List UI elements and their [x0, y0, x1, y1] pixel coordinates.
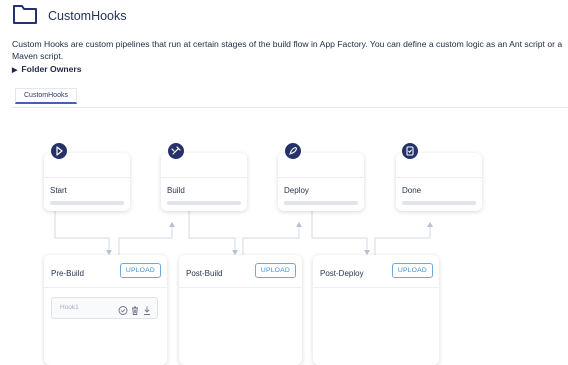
stage-card-build: Build — [161, 153, 247, 211]
trash-icon[interactable] — [130, 303, 140, 315]
stage-label: Build — [167, 186, 185, 195]
stage-progress-bar — [50, 201, 124, 205]
stage-progress-bar — [167, 201, 241, 205]
upload-button[interactable]: UPLOAD — [119, 263, 161, 278]
phase-card-pre-build: Pre-Build UPLOAD Hook1 — [44, 255, 167, 365]
stage-label: Done — [402, 186, 422, 195]
download-icon[interactable] — [142, 303, 152, 315]
stage-progress-bar — [402, 201, 476, 205]
phase-title: Post-Build — [186, 269, 223, 278]
stage-label: Deploy — [284, 186, 309, 195]
phase-title: Post-Deploy — [320, 269, 364, 278]
stage-progress-bar — [284, 201, 358, 205]
phase-card-post-deploy: Post-Deploy UPLOAD — [313, 255, 439, 365]
card-divider — [396, 177, 482, 178]
clipboard-check-icon — [402, 143, 418, 159]
stage-card-start: Start — [44, 153, 130, 211]
check-circle-icon[interactable] — [118, 303, 128, 315]
stage-card-deploy: Deploy — [278, 153, 364, 211]
card-divider — [313, 287, 439, 288]
upload-button[interactable]: UPLOAD — [254, 263, 296, 278]
card-divider — [161, 177, 247, 178]
rocket-icon — [285, 143, 301, 159]
hook-actions — [118, 303, 152, 315]
hook-item[interactable]: Hook1 — [51, 297, 158, 319]
card-divider — [44, 287, 167, 288]
card-divider — [179, 287, 302, 288]
stage-card-done: Done — [396, 153, 482, 211]
phase-card-post-build: Post-Build UPLOAD — [179, 255, 302, 365]
phase-title: Pre-Build — [51, 269, 84, 278]
card-divider — [278, 177, 364, 178]
stage-label: Start — [50, 186, 67, 195]
upload-button[interactable]: UPLOAD — [391, 263, 433, 278]
build-icon — [168, 143, 184, 159]
start-icon — [51, 143, 67, 159]
card-divider — [44, 177, 130, 178]
hook-name: Hook1 — [60, 304, 79, 311]
